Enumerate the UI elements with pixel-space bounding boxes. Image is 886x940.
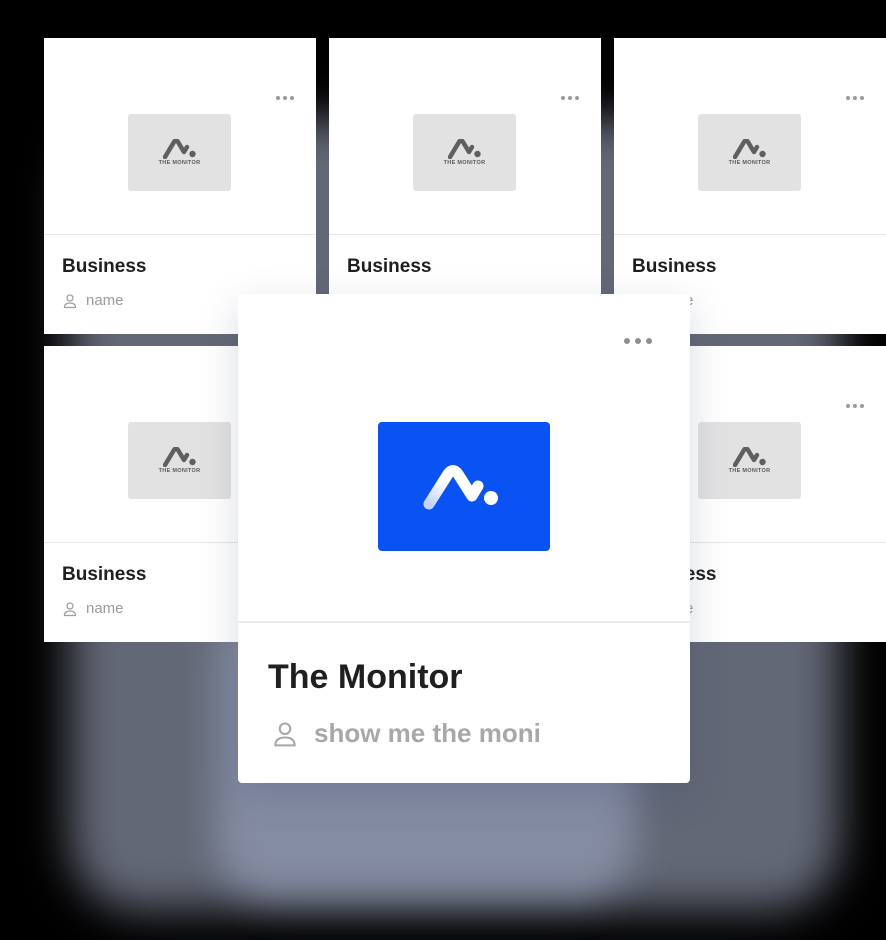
owner-name: show me the moni [314,718,541,748]
card-divider [614,234,886,235]
brand-wordmark: THE MONITOR [158,468,201,474]
the-monitor-logo [447,139,481,159]
user-icon [63,293,77,308]
card-title: Business [347,256,432,277]
user-icon [274,721,296,746]
more-dots-icon[interactable] [624,338,652,344]
more-dots-icon[interactable] [846,96,864,100]
the-monitor-logo [423,464,498,509]
card-thumbnail: THE MONITOR [698,114,801,191]
card-grid-stage: THE MONITOR Business name THE MONITOR Bu… [0,0,886,940]
card-thumbnail: THE MONITOR [413,114,516,191]
user-icon [63,601,77,616]
brand-wordmark: THE MONITOR [728,160,771,166]
card-title: Business [62,564,147,585]
card-divider [238,621,690,623]
the-monitor-logo [162,139,196,159]
the-monitor-logo [732,139,766,159]
more-dots-icon[interactable] [276,96,294,100]
workspace-card[interactable]: THE MONITOR Business name [44,38,316,334]
workspace-card[interactable]: THE MONITOR Business name [614,38,886,334]
owner-name: name [86,600,124,617]
featured-owner: show me the moni [271,718,541,749]
featured-workspace-card[interactable]: The Monitor show me the moni [238,294,690,783]
card-divider [329,234,601,235]
card-thumbnail: THE MONITOR [698,422,801,499]
workspace-card[interactable]: THE MONITOR Business [329,38,601,334]
featured-title: The Monitor [268,658,463,696]
card-divider [44,234,316,235]
card-title: Business [632,256,717,277]
owner-name: name [86,292,124,309]
card-title: Business [62,256,147,277]
more-dots-icon[interactable] [846,404,864,408]
brand-wordmark: THE MONITOR [158,160,201,166]
brand-wordmark: THE MONITOR [443,160,486,166]
the-monitor-logo [162,447,196,467]
card-thumbnail: THE MONITOR [128,114,231,191]
card-owner: name [62,600,124,617]
more-dots-icon[interactable] [561,96,579,100]
brand-wordmark: THE MONITOR [728,468,771,474]
card-thumbnail: THE MONITOR [128,422,231,499]
featured-logo-tile [378,422,550,551]
card-owner: name [62,292,124,309]
the-monitor-logo [732,447,766,467]
